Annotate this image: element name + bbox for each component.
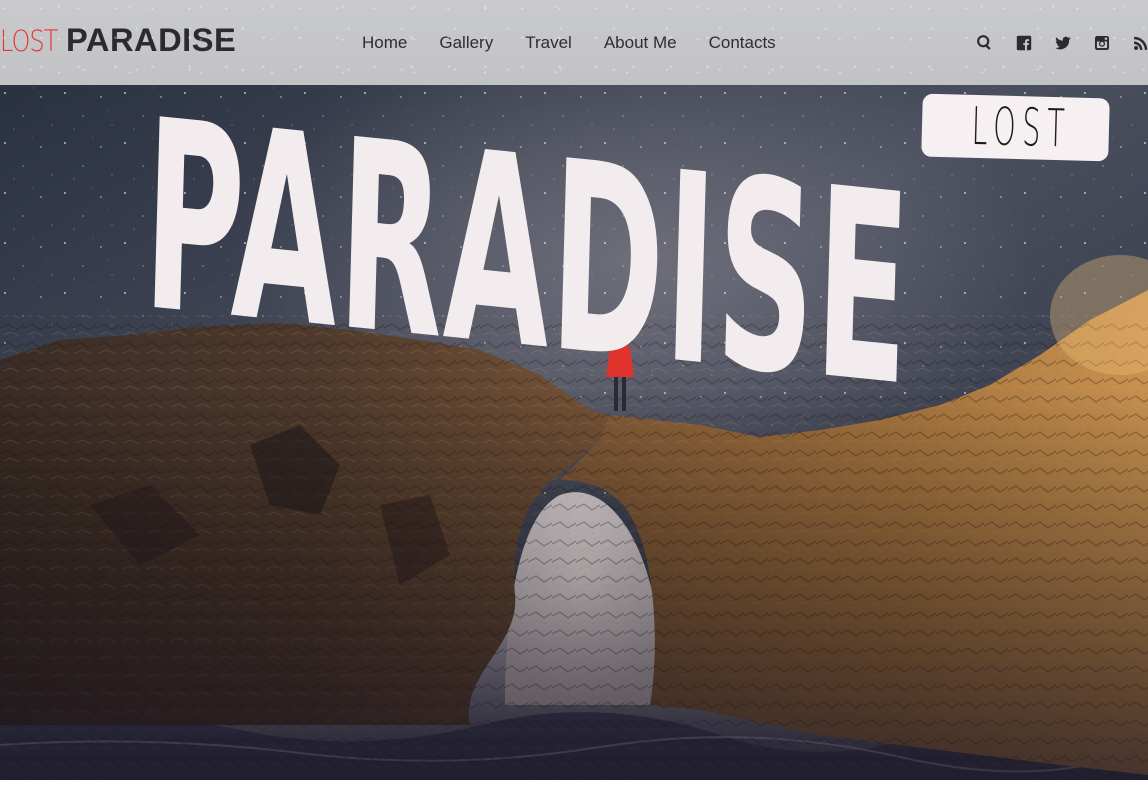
nav-gallery[interactable]: Gallery	[423, 0, 509, 85]
hero-lost-badge-text: LOST	[971, 96, 1073, 159]
page-bottom-strip	[0, 780, 1148, 796]
hero-lost-badge: LOST	[921, 93, 1110, 162]
nav-travel[interactable]: Travel	[509, 0, 588, 85]
logo-lost-text: LOST	[0, 24, 58, 58]
logo-paradise-text: PARADISE	[66, 22, 237, 58]
site-logo[interactable]: LOST PARADISE	[0, 22, 237, 58]
hero-banner: PARADISE LOST	[0, 85, 1148, 780]
nav-contacts[interactable]: Contacts	[693, 0, 792, 85]
nav-home[interactable]: Home	[346, 0, 423, 85]
nav-about-me[interactable]: About Me	[588, 0, 693, 85]
hero-background-image	[0, 85, 1148, 780]
facebook-icon[interactable]	[1014, 33, 1034, 53]
rss-icon[interactable]	[1131, 33, 1148, 53]
twitter-icon[interactable]	[1053, 33, 1073, 53]
site-header: LOST PARADISE Home Gallery Travel About …	[0, 0, 1148, 85]
search-icon[interactable]	[975, 33, 995, 53]
main-nav: Home Gallery Travel About Me Contacts	[346, 0, 792, 85]
header-icons	[975, 32, 1148, 54]
instagram-icon[interactable]	[1092, 33, 1112, 53]
